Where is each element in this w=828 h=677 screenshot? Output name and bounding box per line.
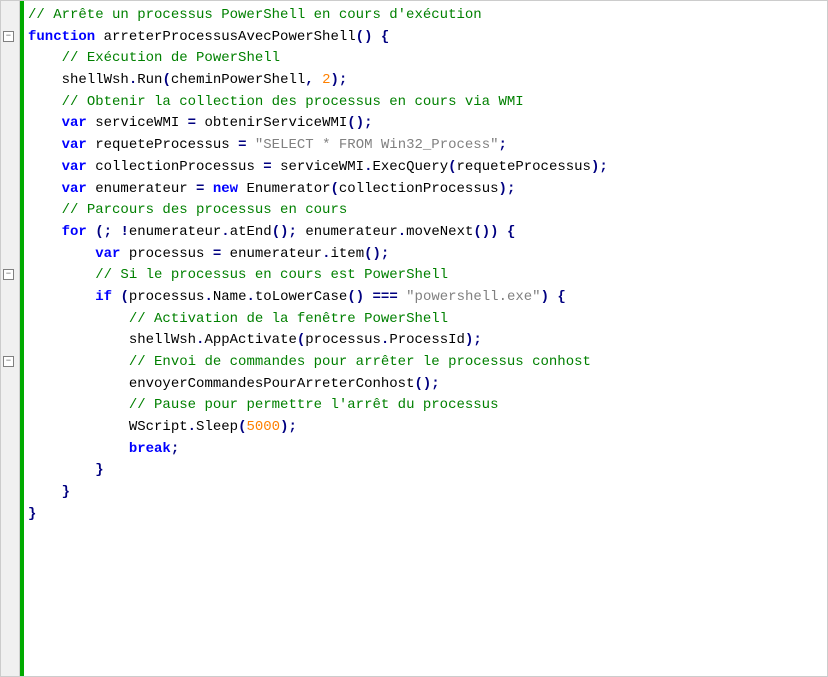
code-line[interactable]: // Activation de la fenêtre PowerShell	[28, 309, 827, 331]
code-line[interactable]: WScript.Sleep(5000);	[28, 417, 827, 439]
fold-toggle-icon[interactable]: −	[3, 356, 14, 367]
code-line[interactable]: // Envoi de commandes pour arrêter le pr…	[28, 352, 827, 374]
code-line[interactable]: envoyerCommandesPourArreterConhost();	[28, 374, 827, 396]
code-line[interactable]: // Si le processus en cours est PowerShe…	[28, 265, 827, 287]
code-area[interactable]: // Arrête un processus PowerShell en cou…	[20, 1, 827, 676]
code-line[interactable]: }	[28, 482, 827, 504]
code-line[interactable]: var serviceWMI = obtenirServiceWMI();	[28, 113, 827, 135]
fold-toggle-icon[interactable]: −	[3, 31, 14, 42]
code-line[interactable]: // Parcours des processus en cours	[28, 200, 827, 222]
code-line[interactable]: }	[28, 460, 827, 482]
fold-toggle-icon[interactable]: −	[3, 269, 14, 280]
code-editor: − − − // Arrête un processus PowerShell en…	[0, 0, 828, 677]
code-line[interactable]: // Exécution de PowerShell	[28, 48, 827, 70]
code-line[interactable]: var enumerateur = new Enumerator(collect…	[28, 179, 827, 201]
code-line[interactable]: // Arrête un processus PowerShell en cou…	[28, 5, 827, 27]
code-line[interactable]: if (processus.Name.toLowerCase() === "po…	[28, 287, 827, 309]
code-line[interactable]: var requeteProcessus = "SELECT * FROM Wi…	[28, 135, 827, 157]
code-line[interactable]: shellWsh.AppActivate(processus.ProcessId…	[28, 330, 827, 352]
code-line[interactable]: for (; !enumerateur.atEnd(); enumerateur…	[28, 222, 827, 244]
code-line[interactable]: }	[28, 504, 827, 526]
code-line[interactable]: break;	[28, 439, 827, 461]
code-line[interactable]: var collectionProcessus = serviceWMI.Exe…	[28, 157, 827, 179]
code-line[interactable]: shellWsh.Run(cheminPowerShell, 2);	[28, 70, 827, 92]
fold-gutter: − − −	[1, 1, 20, 676]
code-line[interactable]: function arreterProcessusAvecPowerShell(…	[28, 27, 827, 49]
code-line[interactable]: var processus = enumerateur.item();	[28, 244, 827, 266]
code-line[interactable]: // Pause pour permettre l'arrêt du proce…	[28, 395, 827, 417]
code-line[interactable]: // Obtenir la collection des processus e…	[28, 92, 827, 114]
